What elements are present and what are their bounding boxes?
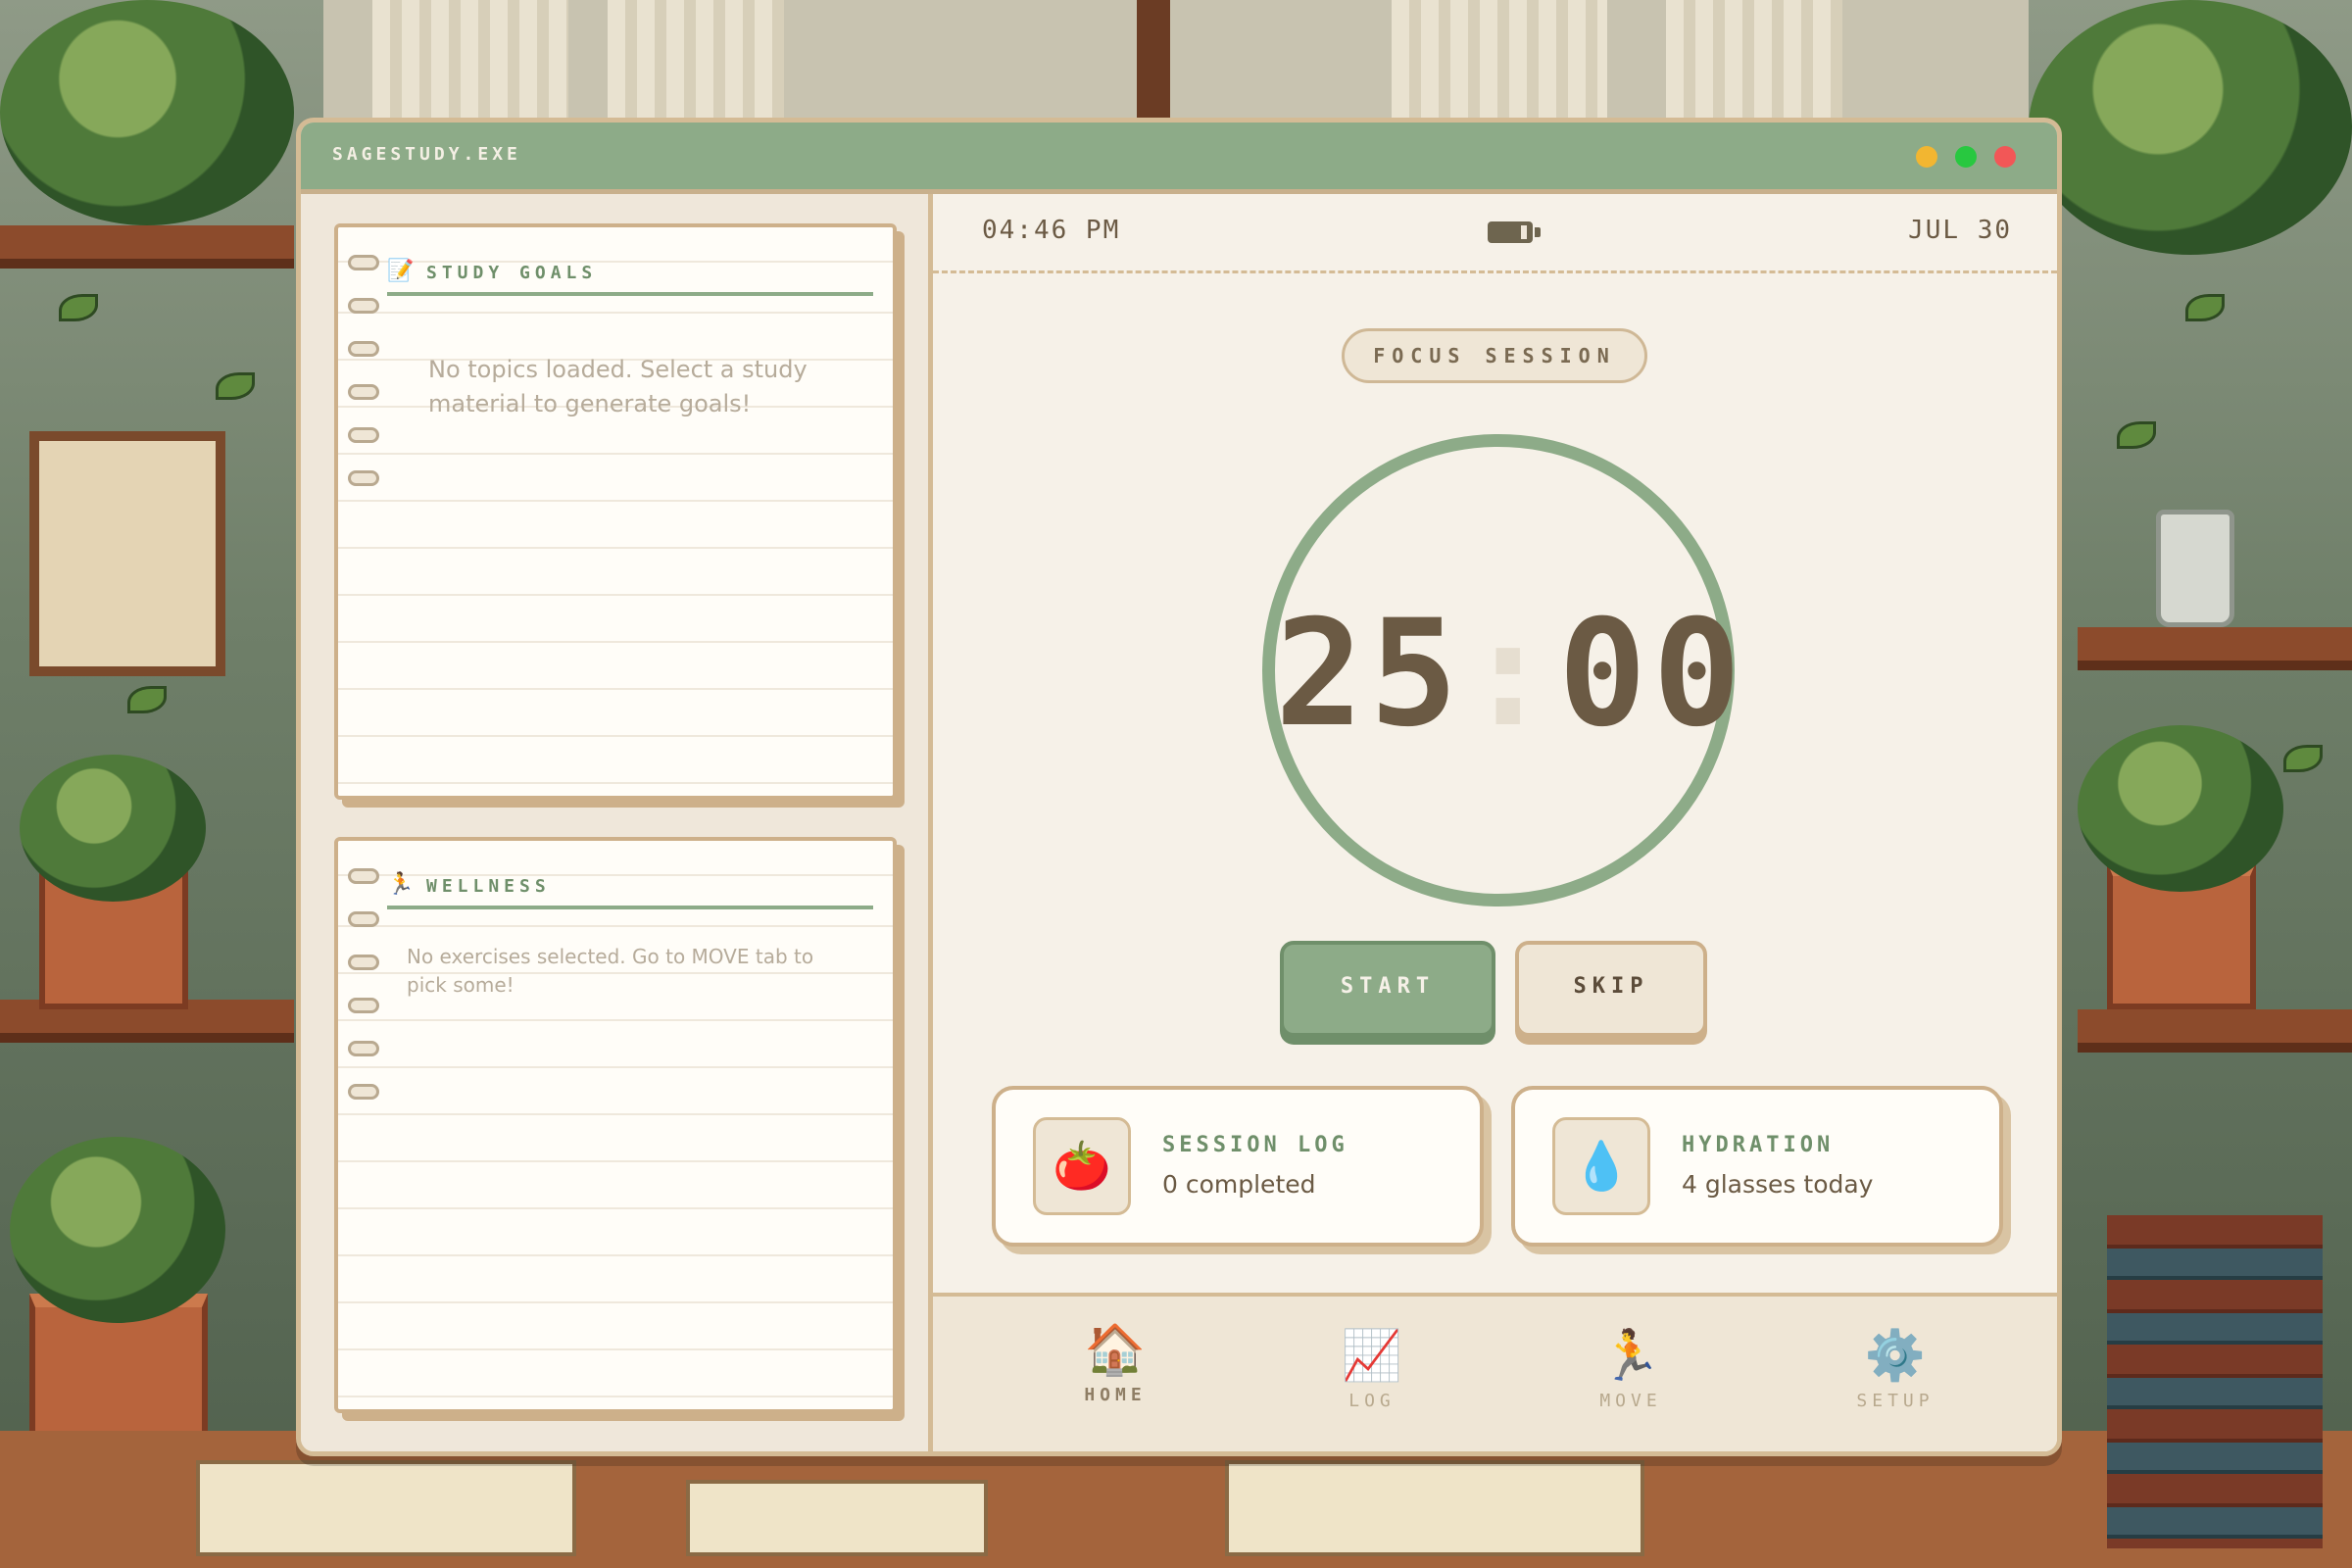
app-window: SAGESTUDY.EXE 📝 STUDY GOALS No topics lo…: [296, 118, 2062, 1456]
session-log-value: 0 completed: [1162, 1170, 1316, 1199]
clock-date: JUL 30: [1908, 216, 2012, 245]
nav-log[interactable]: 📈 LOG: [1294, 1324, 1450, 1411]
chart-icon: 📈: [1341, 1327, 1403, 1384]
nav-setup-label: SETUP: [1856, 1391, 1935, 1411]
nav-move[interactable]: 🏃 MOVE: [1552, 1324, 1709, 1411]
session-log-title: SESSION LOG: [1162, 1133, 1348, 1157]
bottom-nav: 🏠 HOME 📈 LOG 🏃 MOVE ⚙️ SETUP: [933, 1293, 2057, 1451]
tomato-icon: 🍅: [1033, 1117, 1131, 1215]
runner-icon: 🏃: [1599, 1327, 1662, 1384]
wellness-empty-message: No exercises selected. Go to MOVE tab to…: [407, 945, 814, 997]
close-button[interactable]: [1994, 146, 2016, 168]
session-log-card[interactable]: 🍅 SESSION LOG 0 completed: [992, 1086, 1484, 1247]
runner-icon: 🏃: [387, 872, 415, 897]
battery-icon: [1488, 221, 1541, 243]
wellness-notebook: 🏃 WELLNESS No exercises selected. Go to …: [334, 837, 897, 1413]
timer-separator: :: [1463, 589, 1558, 760]
water-drop-icon: 💧: [1552, 1117, 1650, 1215]
study-goals-empty-message: No topics loaded. Select a study materia…: [428, 356, 808, 417]
main-panel: 04:46 PM JUL 30 FOCUS SESSION 25:00 STAR…: [933, 194, 2057, 1451]
notebook-rings: [348, 868, 379, 1127]
timer-minutes: 25: [1275, 589, 1464, 760]
hydration-card[interactable]: 💧 HYDRATION 4 glasses today: [1511, 1086, 2003, 1247]
nav-log-label: LOG: [1348, 1391, 1396, 1411]
window-title: SAGESTUDY.EXE: [332, 144, 521, 165]
nav-move-label: MOVE: [1599, 1391, 1662, 1411]
timer-ring: 25:00: [1262, 434, 1741, 906]
title-bar[interactable]: SAGESTUDY.EXE: [301, 122, 2057, 194]
maximize-button[interactable]: [1955, 146, 1977, 168]
hydration-value: 4 glasses today: [1682, 1170, 1874, 1199]
gear-icon: ⚙️: [1864, 1327, 1927, 1384]
nav-home-label: HOME: [1084, 1385, 1147, 1405]
nav-setup[interactable]: ⚙️ SETUP: [1817, 1324, 1974, 1411]
memo-icon: 📝: [387, 259, 415, 283]
hydration-title: HYDRATION: [1682, 1133, 1835, 1157]
clock-time: 04:46 PM: [982, 216, 1121, 245]
timer-seconds: 00: [1557, 589, 1747, 760]
study-goals-header: 📝 STUDY GOALS: [387, 257, 873, 296]
skip-button[interactable]: SKIP: [1515, 941, 1707, 1037]
notebook-rings: [348, 255, 379, 514]
house-icon: 🏠: [1084, 1321, 1147, 1378]
status-bar: 04:46 PM JUL 30: [933, 194, 2057, 273]
nav-home[interactable]: 🏠 HOME: [1037, 1318, 1194, 1405]
timer-display: 25:00: [1275, 589, 1741, 760]
study-goals-heading: STUDY GOALS: [426, 263, 598, 283]
wellness-heading: WELLNESS: [426, 876, 551, 897]
left-panel: 📝 STUDY GOALS No topics loaded. Select a…: [301, 194, 933, 1451]
session-mode-badge: FOCUS SESSION: [1342, 328, 1647, 383]
study-goals-notebook: 📝 STUDY GOALS No topics loaded. Select a…: [334, 223, 897, 800]
wellness-header: 🏃 WELLNESS: [387, 870, 873, 909]
minimize-button[interactable]: [1916, 146, 1937, 168]
start-button[interactable]: START: [1280, 941, 1495, 1037]
